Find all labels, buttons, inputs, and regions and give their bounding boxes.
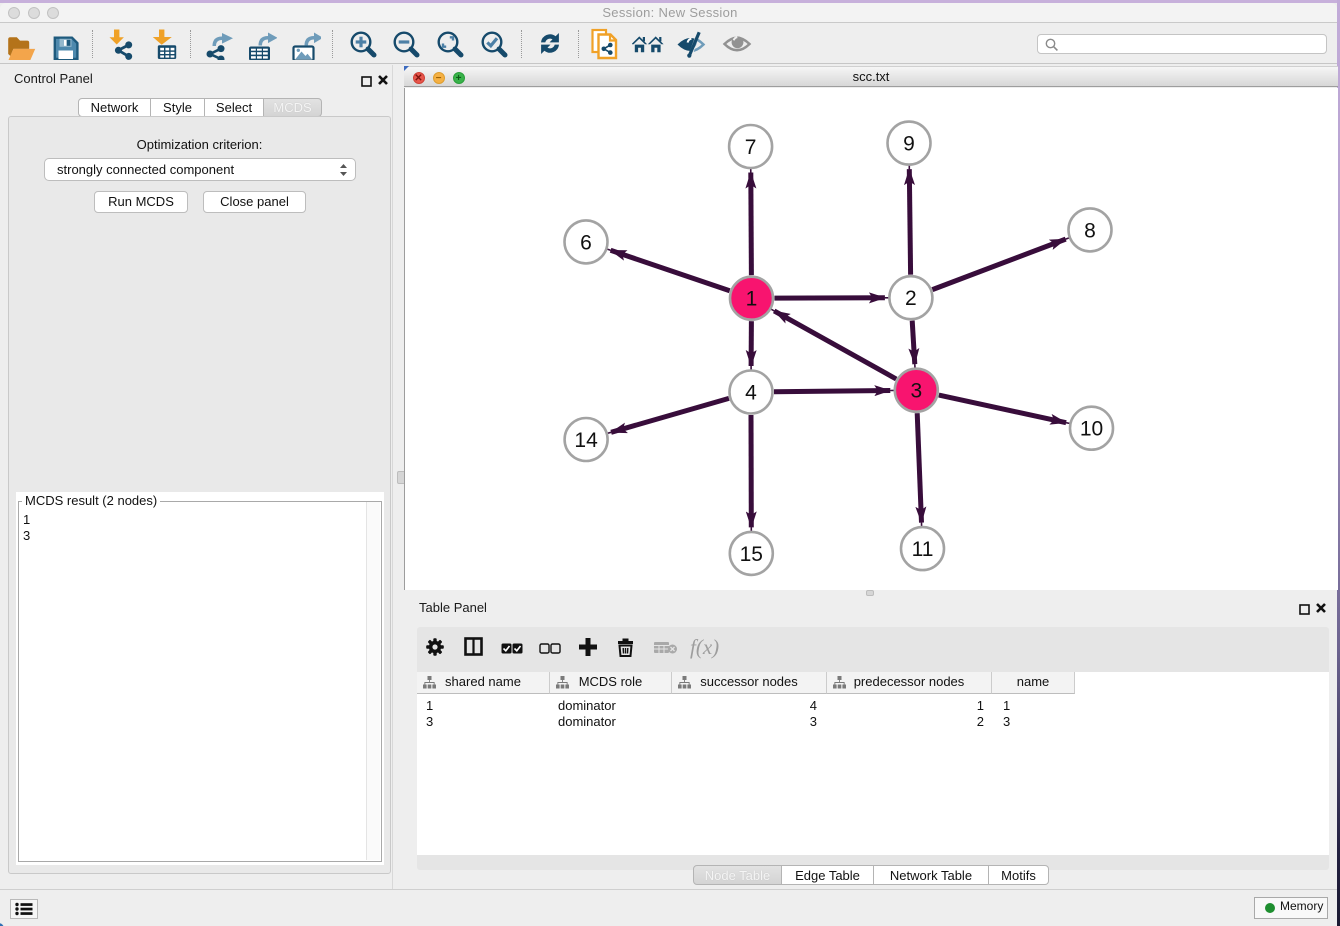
svg-text:9: 9 <box>903 133 915 156</box>
svg-text:1: 1 <box>746 288 758 311</box>
svg-text:8: 8 <box>1084 219 1096 242</box>
svg-text:3: 3 <box>910 380 922 403</box>
svg-text:14: 14 <box>574 429 598 452</box>
svg-text:10: 10 <box>1080 418 1103 441</box>
svg-text:6: 6 <box>580 231 592 254</box>
svg-text:11: 11 <box>912 538 934 561</box>
svg-text:2: 2 <box>905 287 917 310</box>
svg-text:4: 4 <box>745 382 757 405</box>
svg-text:15: 15 <box>740 543 763 566</box>
svg-text:7: 7 <box>745 136 757 159</box>
